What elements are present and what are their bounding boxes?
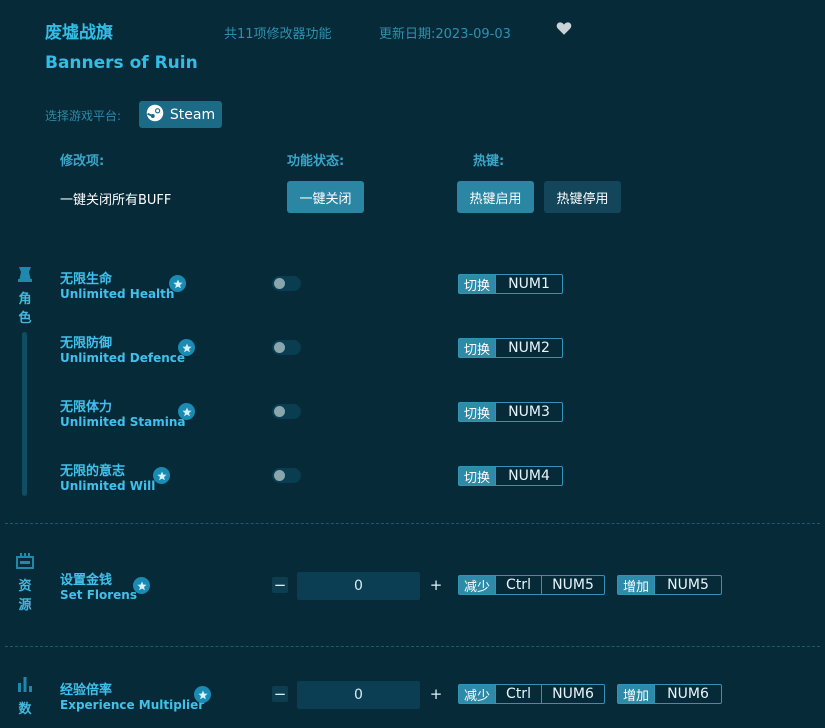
star-icon[interactable] xyxy=(153,467,170,484)
increase-button[interactable]: + xyxy=(428,686,444,702)
star-icon[interactable] xyxy=(133,577,150,594)
decrease-hotkey-chip: 减少 Ctrl NUM5 xyxy=(458,575,605,595)
character-icon xyxy=(15,264,35,284)
category-resource-char1: 资 xyxy=(17,577,33,596)
item-name-en: Unlimited Will xyxy=(60,479,155,493)
item-name-en: Unlimited Stamina xyxy=(60,415,186,429)
item-name-cn: 设置金钱 xyxy=(60,569,112,588)
experience-multiplier-input[interactable] xyxy=(297,681,420,709)
decrease-hotkey-chip: 减少 Ctrl NUM6 xyxy=(458,684,605,704)
hotkey-action: 减少 xyxy=(459,576,495,594)
decrease-button[interactable]: − xyxy=(272,686,288,702)
category-role-char1: 角 xyxy=(17,290,33,309)
hotkey-enable-button[interactable]: 热键启用 xyxy=(457,181,534,213)
hotkey-disable-button[interactable]: 热键停用 xyxy=(544,181,621,213)
column-mod-header: 修改项: xyxy=(60,150,104,169)
close-all-button[interactable]: 一键关闭 xyxy=(287,181,364,213)
column-status-header: 功能状态: xyxy=(287,150,344,169)
item-name-cn: 无限生命 xyxy=(60,268,112,287)
hotkey-key: NUM2 xyxy=(495,339,562,357)
hotkey-key: NUM5 xyxy=(541,576,604,594)
hotkey-key: NUM4 xyxy=(495,467,562,485)
star-icon[interactable] xyxy=(178,403,195,420)
increase-button[interactable]: + xyxy=(428,577,444,593)
item-name-cn: 无限体力 xyxy=(60,396,112,415)
item-name-cn: 无限的意志 xyxy=(60,460,125,479)
hotkey-action: 减少 xyxy=(459,685,495,703)
star-icon[interactable] xyxy=(178,339,195,356)
decrease-button[interactable]: − xyxy=(272,577,288,593)
column-hotkey-header: 热键: xyxy=(473,150,504,169)
hotkey-key: NUM3 xyxy=(495,403,562,421)
hotkey-chip: 切换 NUM1 xyxy=(458,274,563,294)
category-role-char2: 色 xyxy=(17,309,33,328)
hotkey-key: NUM6 xyxy=(541,685,604,703)
item-name-en: Set Florens xyxy=(60,588,137,602)
resource-icon xyxy=(15,551,35,571)
game-title-en: Banners of Ruin xyxy=(45,53,198,73)
hotkey-key: NUM6 xyxy=(654,685,721,703)
steam-label: Steam xyxy=(170,107,215,123)
hotkey-action: 切换 xyxy=(459,339,495,357)
category-data-char1: 数 xyxy=(17,700,33,719)
set-florens-input[interactable] xyxy=(297,572,420,600)
item-name-en: Experience Multiplier xyxy=(60,698,204,712)
hotkey-modifier: Ctrl xyxy=(495,685,541,703)
hotkey-key: NUM5 xyxy=(654,576,721,594)
hotkey-action: 增加 xyxy=(618,685,654,703)
hotkey-chip: 切换 NUM4 xyxy=(458,466,563,486)
platform-label: 选择游戏平台: xyxy=(45,107,121,124)
unlimited-defence-toggle[interactable] xyxy=(272,340,301,355)
hotkey-action: 切换 xyxy=(459,403,495,421)
hotkey-action: 切换 xyxy=(459,467,495,485)
section-divider xyxy=(5,646,820,647)
unlimited-will-toggle[interactable] xyxy=(272,468,301,483)
game-title-cn: 废墟战旗 xyxy=(45,18,113,43)
item-name-cn: 无限防御 xyxy=(60,332,112,351)
unlimited-stamina-toggle[interactable] xyxy=(272,404,301,419)
category-resource-char2: 源 xyxy=(17,596,33,615)
steam-icon xyxy=(146,104,164,126)
star-icon[interactable] xyxy=(169,275,186,292)
item-name-en: Unlimited Health xyxy=(60,287,174,301)
item-name-cn: 经验倍率 xyxy=(60,679,112,698)
close-all-buff-label: 一键关闭所有BUFF xyxy=(60,189,171,208)
favorite-heart-icon[interactable] xyxy=(555,19,573,37)
hotkey-action: 切换 xyxy=(459,275,495,293)
hotkey-chip: 切换 NUM2 xyxy=(458,338,563,358)
increase-hotkey-chip: 增加 NUM6 xyxy=(617,684,722,704)
item-name-en: Unlimited Defence xyxy=(60,351,185,365)
unlimited-health-toggle[interactable] xyxy=(272,276,301,291)
hotkey-key: NUM1 xyxy=(495,275,562,293)
hotkey-action: 增加 xyxy=(618,576,654,594)
stats-bar-icon xyxy=(15,674,35,694)
steam-platform-button[interactable]: Steam xyxy=(139,101,222,128)
feature-count: 共11项修改器功能 xyxy=(224,23,332,42)
category-scroll-indicator xyxy=(22,332,27,496)
increase-hotkey-chip: 增加 NUM5 xyxy=(617,575,722,595)
section-divider xyxy=(5,523,820,524)
hotkey-chip: 切换 NUM3 xyxy=(458,402,563,422)
star-icon[interactable] xyxy=(194,686,211,703)
hotkey-modifier: Ctrl xyxy=(495,576,541,594)
update-date: 更新日期:2023-09-03 xyxy=(379,23,511,42)
